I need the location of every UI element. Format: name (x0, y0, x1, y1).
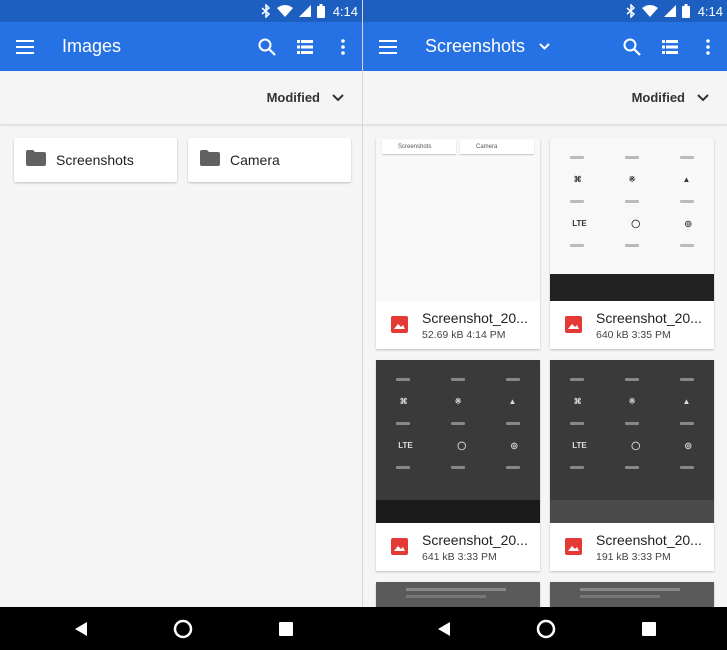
thumbnail: ⌘ ※ ▲ LTE ◯ ◎ (376, 360, 540, 523)
more-options-icon[interactable] (689, 22, 727, 71)
folder-name: Screenshots (56, 152, 134, 168)
wifi-icon (276, 0, 293, 22)
chevron-down-icon[interactable] (697, 89, 709, 107)
thumbnail-line (580, 595, 660, 598)
quick-settings-preview: ⌘ ※ ▲ LTE ◯ ◎ (550, 368, 714, 478)
file-info: Screenshot_20... 640 kB 3:35 PM (550, 301, 714, 349)
quick-settings-preview: ⌘ ※ ▲ LTE ◯ ◎ (550, 146, 714, 256)
battery-icon (316, 0, 325, 22)
page-title: Images (62, 36, 122, 56)
thumbnail: ⌘ ※ ▲ LTE ◯ ◎ (550, 138, 714, 301)
image-icon (565, 538, 582, 560)
quick-settings-preview: ⌘ ※ ▲ LTE ◯ ◎ (376, 368, 540, 478)
status-bar: 4:14 (363, 0, 727, 22)
mini-folder-name: Camera (476, 144, 498, 150)
status-bar: 4:14 (0, 0, 362, 22)
file-tile[interactable]: ⌘ ※ ▲ LTE ◯ ◎ Screenshot_20... 640 kB 3:35 P… (550, 138, 714, 349)
folder-card-screenshots[interactable]: Screenshots (14, 138, 177, 182)
recents-square-icon[interactable] (638, 618, 660, 640)
thumbnail-line (406, 588, 506, 591)
chevron-down-icon (539, 43, 550, 50)
image-icon (565, 316, 582, 338)
file-tile[interactable] (550, 582, 714, 607)
chevron-down-icon[interactable] (332, 89, 344, 107)
sort-bar[interactable]: Modified (0, 71, 362, 125)
page-title: Screenshots (425, 36, 526, 56)
image-icon (391, 316, 408, 338)
lte-label: LTE (572, 218, 587, 228)
cell-signal-icon (663, 0, 676, 22)
search-icon[interactable] (613, 22, 651, 71)
file-name: Screenshot_20... (422, 532, 528, 548)
mini-folder-card: Camera (460, 140, 534, 154)
menu-icon[interactable] (363, 22, 413, 71)
file-tile[interactable]: ⌘ ※ ▲ LTE ◯ ◎ Screenshot_20... 191 kB 3:33 P… (550, 360, 714, 571)
folder-icon (200, 149, 220, 171)
file-info: Screenshot_20... 641 kB 3:33 PM (376, 523, 540, 571)
folder-name: Camera (230, 152, 280, 168)
back-triangle-icon[interactable] (70, 618, 92, 640)
file-tile[interactable] (376, 582, 540, 607)
file-name: Screenshot_20... (422, 310, 528, 326)
file-name: Screenshot_20... (596, 532, 702, 548)
navigation-bar (0, 607, 727, 650)
wallpaper-strip (550, 274, 714, 301)
thumbnail-line (580, 588, 680, 591)
wallpaper-strip (550, 500, 714, 523)
cell-signal-icon (298, 0, 311, 22)
sort-bar[interactable]: Modified (363, 71, 727, 125)
folder-icon (26, 149, 46, 171)
left-pane: 4:14 Images Modified Screenshots Camera (0, 0, 362, 607)
file-tile[interactable]: ⌘ ※ ▲ LTE ◯ ◎ Screenshot_20... 641 kB 3:33 P… (376, 360, 540, 571)
folder-card-camera[interactable]: Camera (188, 138, 351, 182)
thumbnail-line (406, 595, 486, 598)
file-name: Screenshot_20... (596, 310, 702, 326)
app-bar: Screenshots (363, 22, 727, 71)
thumbnail: ⌘ ※ ▲ LTE ◯ ◎ (550, 360, 714, 523)
file-tile[interactable]: Screenshots Camera Screenshot_20... 52.6… (376, 138, 540, 349)
lte-label: LTE (398, 440, 413, 450)
mini-folder-name: Screenshots (398, 144, 432, 150)
wallpaper-strip (376, 500, 540, 523)
list-view-icon[interactable] (651, 22, 689, 71)
sort-label: Modified (631, 90, 685, 105)
file-meta: 640 kB 3:35 PM (596, 329, 671, 341)
file-meta: 191 kB 3:33 PM (596, 551, 671, 563)
bluetooth-icon (261, 0, 271, 22)
search-icon[interactable] (248, 22, 286, 71)
bluetooth-icon (626, 0, 636, 22)
back-triangle-icon[interactable] (433, 618, 455, 640)
file-info: Screenshot_20... 52.69 kB 4:14 PM (376, 301, 540, 349)
sort-label: Modified (266, 90, 320, 105)
home-circle-icon[interactable] (535, 618, 557, 640)
image-icon (391, 538, 408, 560)
app-bar: Images (0, 22, 362, 71)
mini-folder-card: Screenshots (382, 140, 456, 154)
home-circle-icon[interactable] (172, 618, 194, 640)
file-meta: 52.69 kB 4:14 PM (422, 329, 506, 341)
page-title-dropdown[interactable]: Screenshots (425, 36, 613, 57)
status-time: 4:14 (697, 3, 723, 19)
list-view-icon[interactable] (286, 22, 324, 71)
thumbnail: Screenshots Camera (376, 138, 540, 301)
battery-icon (681, 0, 690, 22)
status-time: 4:14 (332, 3, 358, 19)
recents-square-icon[interactable] (275, 618, 297, 640)
file-meta: 641 kB 3:33 PM (422, 551, 497, 563)
wifi-icon (641, 0, 658, 22)
right-pane: 4:14 Screenshots Modified Screenshots Ca… (363, 0, 727, 607)
more-options-icon[interactable] (324, 22, 362, 71)
file-info: Screenshot_20... 191 kB 3:33 PM (550, 523, 714, 571)
menu-icon[interactable] (0, 22, 50, 71)
lte-label: LTE (572, 440, 587, 450)
